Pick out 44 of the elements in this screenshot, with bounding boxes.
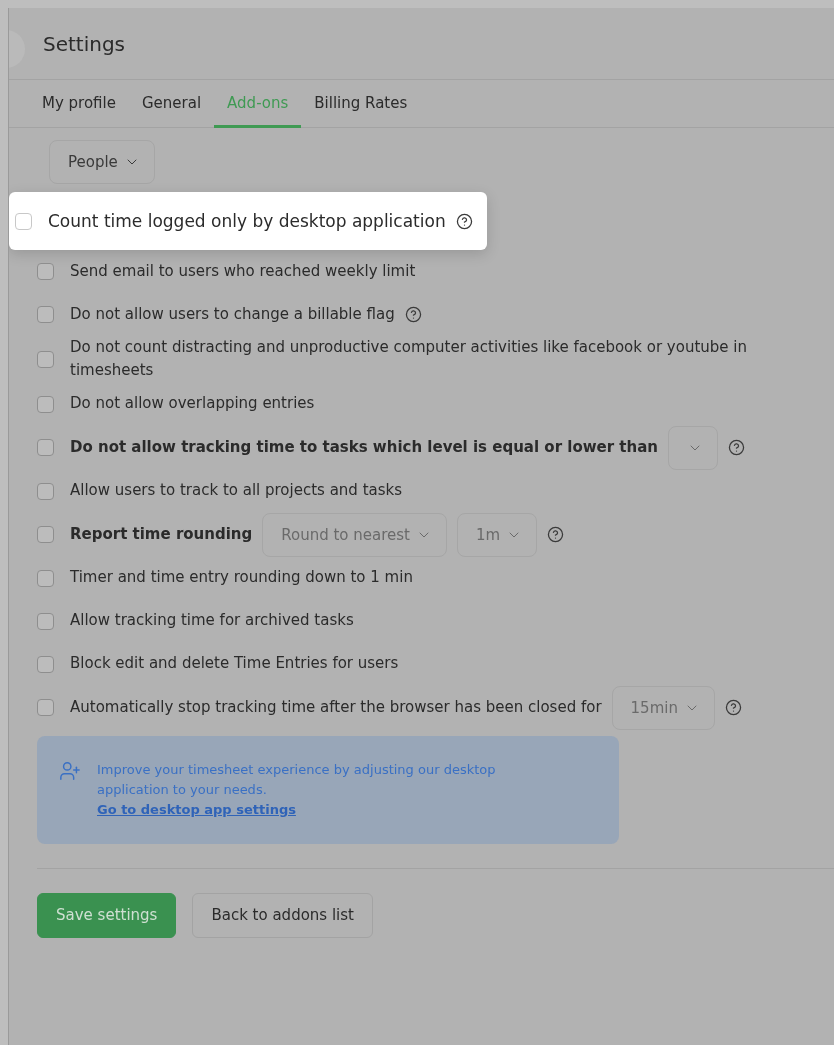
help-icon[interactable] bbox=[547, 526, 565, 543]
tab[interactable]: Add-ons bbox=[214, 80, 302, 128]
help-icon[interactable] bbox=[455, 212, 473, 230]
checkbox[interactable] bbox=[37, 306, 54, 323]
option-label: Do not allow users to change a billable flag bbox=[70, 303, 395, 325]
option-label: Count time logged only by desktop application bbox=[48, 209, 446, 233]
tab[interactable]: General bbox=[128, 80, 215, 128]
user-plus-icon bbox=[59, 759, 81, 782]
info-text: Improve your timesheet experience by adjusting our desktop application to your needs. bbox=[97, 760, 497, 799]
option-label: Do not allow tracking time to tasks which level is equal or lower than bbox=[70, 436, 658, 458]
option-label: Timer and time entry rounding down to 1 min bbox=[70, 567, 413, 589]
checkbox[interactable] bbox=[37, 482, 54, 500]
category-dropdown[interactable]: People bbox=[49, 140, 155, 184]
checkbox[interactable] bbox=[37, 526, 54, 543]
help-icon[interactable] bbox=[404, 306, 422, 323]
tab[interactable]: Billing Rates bbox=[301, 80, 421, 128]
checkbox[interactable] bbox=[37, 439, 54, 456]
dropdown[interactable] bbox=[668, 425, 718, 470]
option-label: Allow users to track to all projects and tasks bbox=[70, 480, 403, 502]
checkbox[interactable] bbox=[37, 569, 54, 587]
option-label: Report time rounding bbox=[70, 523, 253, 545]
option-label: Allow tracking time for archived tasks bbox=[70, 610, 354, 632]
help-icon[interactable] bbox=[728, 439, 745, 456]
dropdown[interactable]: 1m bbox=[457, 512, 538, 557]
page-title: Settings bbox=[43, 31, 126, 56]
back-button[interactable]: Back to addons list bbox=[192, 892, 373, 938]
tab[interactable]: My profile bbox=[29, 80, 129, 128]
checkbox[interactable] bbox=[37, 699, 54, 716]
dropdown[interactable]: Round to nearest bbox=[262, 512, 447, 557]
checkbox[interactable] bbox=[37, 263, 54, 280]
option-label: Automatically stop tracking time after the browser has been closed for bbox=[70, 696, 602, 718]
checkbox[interactable] bbox=[15, 212, 32, 230]
option-label: Send email to users who reached weekly limit bbox=[70, 260, 416, 282]
save-button[interactable]: Save settings bbox=[37, 892, 177, 938]
option-label: Do not count distracting and unproductive computer activities like facebook or youtube in timesheets bbox=[70, 337, 748, 382]
checkbox[interactable] bbox=[37, 655, 54, 673]
option-label: Block edit and delete Time Entries for users bbox=[70, 653, 399, 675]
help-icon[interactable] bbox=[724, 699, 742, 716]
checkbox[interactable] bbox=[37, 350, 54, 368]
dropdown[interactable]: 15min bbox=[611, 685, 715, 730]
option-label: Do not allow overlapping entries bbox=[70, 393, 315, 415]
checkbox[interactable] bbox=[37, 395, 54, 413]
checkbox[interactable] bbox=[37, 612, 54, 630]
settings-link[interactable]: Go to desktop app settings bbox=[97, 799, 296, 820]
